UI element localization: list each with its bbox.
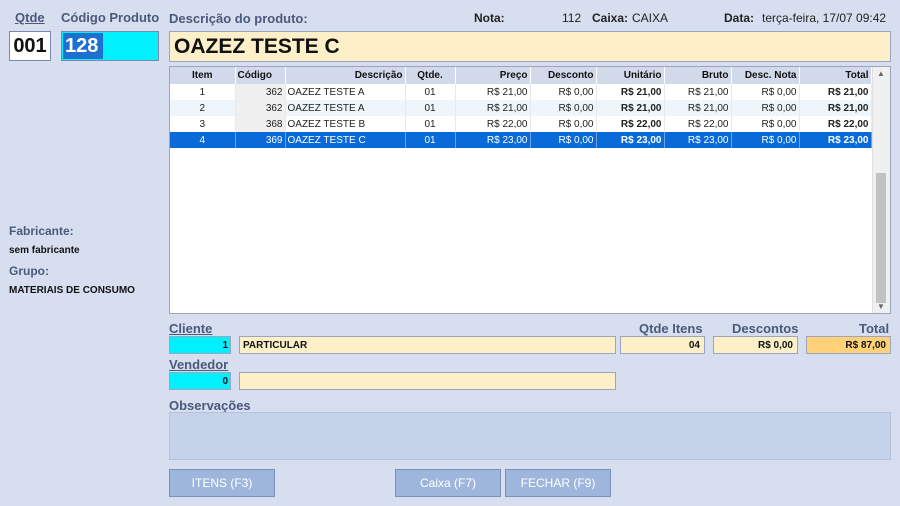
cell-bruto: R$ 21,00: [664, 100, 732, 116]
cell-total: R$ 21,00: [799, 84, 872, 100]
cell-bruto: R$ 21,00: [664, 84, 732, 100]
cliente-nome-field[interactable]: PARTICULAR: [239, 336, 616, 354]
qtde-label: Qtde: [15, 10, 45, 25]
cell-codigo: 362: [235, 100, 286, 116]
cell-desconto: R$ 0,00: [530, 132, 597, 148]
cell-preco: R$ 21,00: [455, 100, 531, 116]
cell-total: R$ 22,00: [799, 116, 872, 132]
cell-descricao: OAZEZ TESTE A: [285, 100, 406, 116]
scrollbar-thumb[interactable]: [876, 173, 886, 303]
cell-desconto: R$ 0,00: [530, 100, 597, 116]
cliente-label-text: Cliente: [169, 321, 213, 336]
fabricante-label: Fabricante:: [9, 224, 74, 238]
cell-unitario: R$ 22,00: [596, 116, 665, 132]
nota-value: 112: [562, 11, 582, 25]
cell-descricao: OAZEZ TESTE B: [285, 116, 406, 132]
qtde-input[interactable]: 001: [9, 31, 51, 61]
qtde-itens-value: 04: [620, 336, 705, 354]
col-header-total[interactable]: Total: [799, 67, 872, 84]
col-header-desc-nota[interactable]: Desc. Nota: [731, 67, 800, 84]
table-row[interactable]: 1 362 OAZEZ TESTE A 01 R$ 21,00 R$ 0,00 …: [170, 84, 872, 100]
cell-qtde: 01: [405, 132, 456, 148]
codigo-produto-label: Código Produto: [61, 10, 160, 25]
cell-descricao: OAZEZ TESTE C: [285, 132, 406, 148]
qtde-label-text: Qtde: [15, 10, 45, 25]
col-header-item[interactable]: Item: [170, 67, 236, 84]
cell-codigo: 362: [235, 84, 286, 100]
table-row-selected[interactable]: 4 369 OAZEZ TESTE C 01 R$ 23,00 R$ 0,00 …: [170, 132, 872, 148]
caixa-value: CAIXA: [632, 11, 669, 25]
nota-label: Nota:: [474, 11, 505, 25]
vendedor-label: Vendedor: [169, 357, 228, 372]
cell-unitario: R$ 21,00: [596, 100, 665, 116]
itens-button[interactable]: ITENS (F3): [169, 469, 275, 497]
col-header-preco[interactable]: Preço: [455, 67, 531, 84]
data-value: terça-feira, 17/07 09:42: [762, 11, 887, 25]
vendedor-nome-field[interactable]: [239, 372, 616, 390]
table-row[interactable]: 2 362 OAZEZ TESTE A 01 R$ 21,00 R$ 0,00 …: [170, 100, 872, 116]
cell-item: 3: [170, 116, 236, 132]
col-header-qtde[interactable]: Qtde.: [405, 67, 456, 84]
total-value: R$ 87,00: [806, 336, 891, 354]
fechar-button[interactable]: FECHAR (F9): [505, 469, 611, 497]
descontos-label: Descontos: [732, 321, 799, 336]
cell-desconto: R$ 0,00: [530, 84, 597, 100]
grupo-label: Grupo:: [9, 264, 49, 278]
grid-header-row: Item Código Descrição Qtde. Preço Descon…: [170, 67, 872, 84]
table-row[interactable]: 3 368 OAZEZ TESTE B 01 R$ 22,00 R$ 0,00 …: [170, 116, 872, 132]
vendedor-label-text: Vendedor: [169, 357, 229, 372]
descricao-produto-field: OAZEZ TESTE C: [169, 31, 891, 62]
observacoes-textarea[interactable]: [169, 412, 891, 460]
observacoes-label: Observações: [169, 398, 251, 413]
total-label: Total: [859, 321, 890, 336]
grid-scrollbar[interactable]: ▲ ▼: [872, 67, 890, 313]
codigo-produto-input[interactable]: 128: [61, 31, 159, 61]
cell-desconto: R$ 0,00: [530, 116, 597, 132]
cell-desc-nota: R$ 0,00: [731, 116, 800, 132]
codigo-produto-selected-text: 128: [63, 33, 103, 59]
items-grid[interactable]: Item Código Descrição Qtde. Preço Descon…: [169, 66, 891, 314]
cell-item: 4: [170, 132, 236, 148]
cell-bruto: R$ 23,00: [664, 132, 732, 148]
col-header-bruto[interactable]: Bruto: [664, 67, 732, 84]
cell-bruto: R$ 22,00: [664, 116, 732, 132]
cell-preco: R$ 23,00: [455, 132, 531, 148]
cell-item: 1: [170, 84, 236, 100]
cliente-label: Cliente: [169, 321, 212, 336]
cell-qtde: 01: [405, 100, 456, 116]
cell-preco: R$ 22,00: [455, 116, 531, 132]
fabricante-value: sem fabricante: [9, 245, 80, 256]
descricao-label: Descrição do produto:: [169, 11, 308, 26]
qtde-itens-label: Qtde Itens: [639, 321, 703, 336]
scroll-up-icon[interactable]: ▲: [877, 69, 885, 78]
caixa-button[interactable]: Caixa (F7): [395, 469, 501, 497]
cell-desc-nota: R$ 0,00: [731, 132, 800, 148]
cell-descricao: OAZEZ TESTE A: [285, 84, 406, 100]
cell-unitario: R$ 21,00: [596, 84, 665, 100]
cell-total: R$ 23,00: [799, 132, 872, 148]
cell-codigo: 369: [235, 132, 286, 148]
col-header-unitario[interactable]: Unitário: [596, 67, 665, 84]
descontos-value: R$ 0,00: [713, 336, 798, 354]
cell-item: 2: [170, 100, 236, 116]
cell-codigo: 368: [235, 116, 286, 132]
col-header-desconto[interactable]: Desconto: [530, 67, 597, 84]
items-table: Item Código Descrição Qtde. Preço Descon…: [170, 67, 872, 148]
cell-qtde: 01: [405, 116, 456, 132]
cell-desc-nota: R$ 0,00: [731, 84, 800, 100]
cell-unitario: R$ 23,00: [596, 132, 665, 148]
cell-preco: R$ 21,00: [455, 84, 531, 100]
col-header-codigo[interactable]: Código: [235, 67, 286, 84]
col-header-descricao[interactable]: Descrição: [285, 67, 406, 84]
cell-desc-nota: R$ 0,00: [731, 100, 800, 116]
data-label: Data:: [724, 11, 755, 25]
vendedor-id-input[interactable]: 0: [169, 372, 231, 390]
cell-total: R$ 21,00: [799, 100, 872, 116]
cell-qtde: 01: [405, 84, 456, 100]
grupo-value: MATERIAIS DE CONSUMO: [9, 285, 135, 296]
scroll-down-icon[interactable]: ▼: [877, 302, 885, 311]
caixa-label: Caixa:: [592, 11, 629, 25]
cliente-id-input[interactable]: 1: [169, 336, 231, 354]
